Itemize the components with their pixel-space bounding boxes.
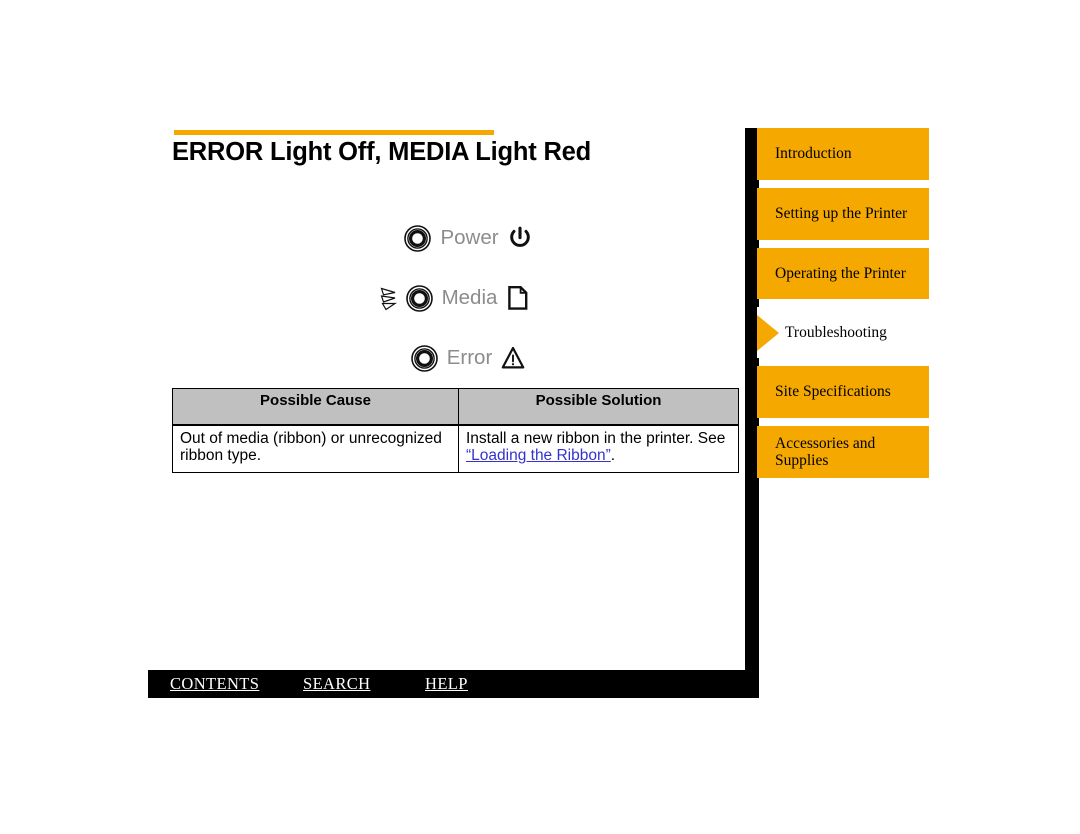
sidebar-item-operating-the-printer[interactable]: Operating the Printer [757,248,929,299]
sidebar-item-label: Site Specifications [775,383,891,401]
cell-possible-cause: Out of media (ribbon) or unrecognized ri… [172,424,459,473]
led-lamp-error-icon [410,344,438,372]
sidebar-item-accessories-and-supplies[interactable]: Accessories and Supplies [757,426,929,478]
title-accent-rule [174,130,494,135]
loading-the-ribbon-link[interactable]: “Loading the Ribbon” [466,447,611,464]
sidebar-item-introduction[interactable]: Introduction [757,128,929,180]
sidebar-item-label: Troubleshooting [785,323,887,341]
column-header-possible-cause: Possible Cause [172,388,459,426]
led-rays-media-icon [380,287,397,311]
table-row: Out of media (ribbon) or unrecognized ri… [172,424,739,473]
led-row-power: Power [172,208,738,268]
chapter-nav-sidebar: Introduction Setting up the Printer Oper… [757,128,929,486]
sidebar-item-label: Accessories and Supplies [775,434,876,469]
sidebar-item-label: Operating the Printer [775,264,906,282]
sidebar-item-setting-up-the-printer[interactable]: Setting up the Printer [757,188,929,240]
solution-text-tail: . [610,447,616,465]
sidebar-item-label: Setting up the Printer [775,205,908,223]
led-row-error: Error [172,328,738,388]
bottom-navigation-bar: CONTENTS SEARCH HELP [148,670,758,698]
page-document-icon [508,286,528,310]
manual-page: ERROR Light Off, MEDIA Light Red Power M… [0,0,1080,834]
column-header-possible-solution: Possible Solution [458,388,739,426]
contents-link[interactable]: CONTENTS [170,674,259,694]
active-chapter-arrow-icon [757,314,779,351]
solution-text-lead: Install a new ribbon in the printer. See [466,430,726,447]
led-indicator-diagram: Power Media Error [172,208,738,388]
warning-triangle-icon [501,346,525,369]
led-label-error: Error [446,345,493,369]
power-symbol-icon [509,226,530,247]
sidebar-item-site-specifications[interactable]: Site Specifications [757,366,929,418]
led-label-media: Media [441,285,498,309]
table-header-row: Possible Cause Possible Solution [172,388,739,426]
led-lamp-media-icon [405,284,433,312]
cause-solution-table: Possible Cause Possible Solution Out of … [172,388,739,473]
led-label-power: Power [440,225,499,249]
help-link[interactable]: HELP [425,674,468,694]
led-lamp-power-icon [404,224,432,252]
cell-possible-solution: Install a new ribbon in the printer. See… [458,424,739,473]
search-link[interactable]: SEARCH [303,674,371,694]
sidebar-item-label: Introduction [775,145,852,163]
led-row-media: Media [172,268,738,328]
sidebar-item-troubleshooting[interactable]: Troubleshooting [757,307,929,358]
page-title: ERROR Light Off, MEDIA Light Red [172,138,592,166]
